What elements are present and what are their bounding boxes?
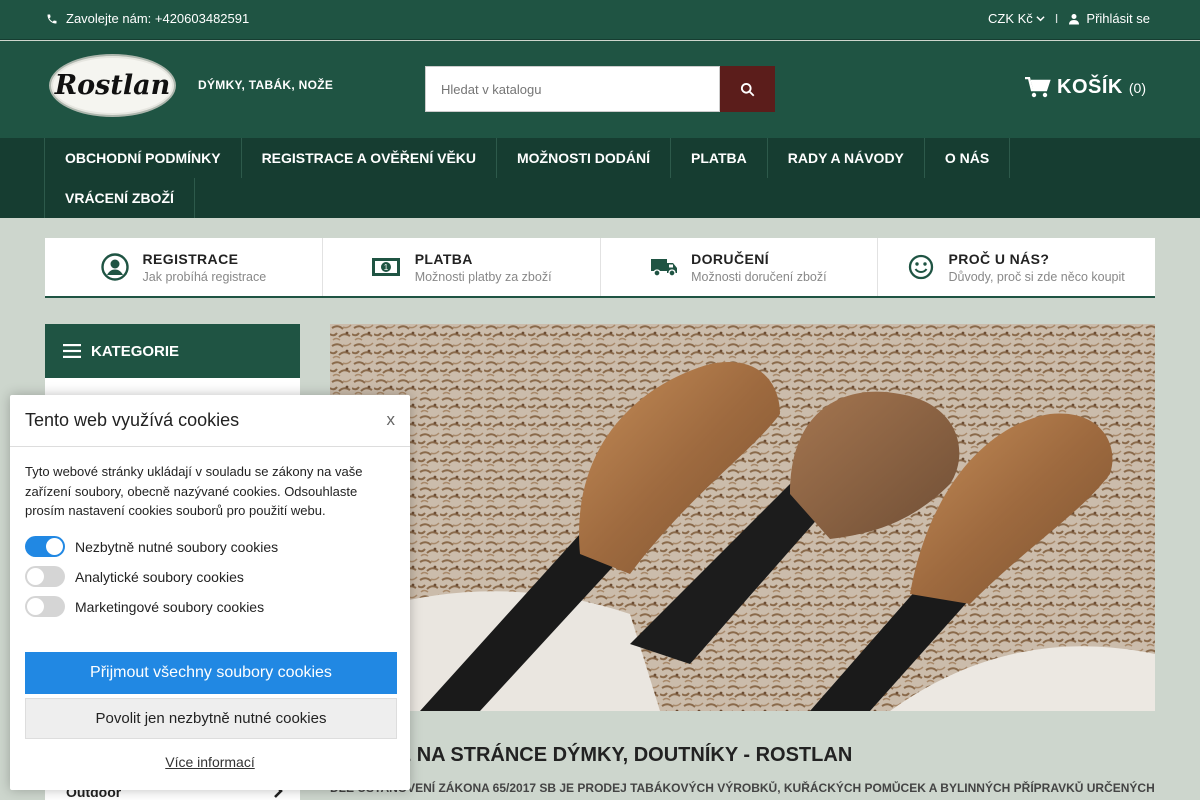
nav-item-returns[interactable]: VRÁCENÍ ZBOŽÍ — [44, 178, 195, 218]
phone-contact[interactable]: Zavolejte nám: +420603482591 — [46, 11, 249, 26]
cart-button[interactable]: KOŠÍK (0) — [1025, 76, 1146, 99]
nav-item-about[interactable]: O NÁS — [923, 138, 1011, 178]
toggle-switch[interactable] — [25, 566, 65, 587]
truck-icon — [651, 259, 678, 277]
feature-delivery[interactable]: DORUČENÍ Možnosti doručení zboží — [601, 238, 879, 296]
phone-text: Zavolejte nám: +420603482591 — [66, 11, 250, 26]
categories-header[interactable]: KATEGORIE — [45, 324, 300, 378]
law-notice: DLE USTANOVENÍ ZÁKONA 65/2017 SB JE PROD… — [330, 781, 1155, 795]
divider: I — [1054, 11, 1059, 26]
cookie-text: Tyto webové stránky ukládají v souladu s… — [25, 464, 363, 518]
feature-title: PROČ U NÁS? — [948, 250, 1050, 267]
feature-subtitle: Jak probíhá registrace — [142, 269, 267, 284]
svg-text:1: 1 — [383, 263, 388, 272]
hero-banner[interactable] — [330, 324, 1155, 711]
search-icon — [740, 82, 755, 96]
chevron-down-icon — [1036, 16, 1045, 22]
logo-text: Rostlan — [54, 70, 171, 101]
phone-icon — [47, 14, 57, 23]
feature-payment[interactable]: 1 PLATBA Možnosti platby za zboží — [323, 238, 601, 296]
pipes-photo — [330, 324, 1155, 711]
search-button[interactable] — [720, 66, 775, 112]
nav-row-1: OBCHODNÍ PODMÍNKY REGISTRACE A OVĚŘENÍ V… — [44, 138, 1011, 178]
cart-count: (0) — [1128, 80, 1146, 96]
feature-bar: REGISTRACE Jak probíhá registrace 1 PLATB… — [45, 238, 1155, 298]
toggle-analytics[interactable]: Analytické soubory cookies — [25, 566, 244, 587]
cart-label: KOŠÍK — [1057, 76, 1123, 98]
nav-item-guides[interactable]: RADY A NÁVODY — [766, 138, 925, 178]
toggle-switch[interactable] — [25, 536, 65, 557]
currency-select[interactable]: CZK Kč — [988, 11, 1045, 26]
nav-row-2: VRÁCENÍ ZBOŽÍ — [44, 178, 195, 218]
feature-title: PLATBA — [414, 250, 473, 267]
feature-subtitle: Důvody, proč si zde něco koupit — [948, 269, 1125, 284]
close-button[interactable]: x — [387, 410, 396, 430]
login-link[interactable]: Přihlásit se — [1068, 11, 1150, 26]
top-bar: Zavolejte nám: +420603482591 CZK Kč I Př… — [0, 0, 1200, 40]
nav-item-terms[interactable]: OBCHODNÍ PODMÍNKY — [44, 138, 242, 178]
menu-icon — [63, 344, 81, 358]
feature-why-us[interactable]: PROČ U NÁS? Důvody, proč si zde něco koup… — [878, 238, 1155, 296]
user-icon — [1069, 13, 1080, 24]
feature-registration[interactable]: REGISTRACE Jak probíhá registrace — [45, 238, 323, 296]
header: Rostlan DÝMKY, TABÁK, NOŽE KOŠÍK (0) — [0, 41, 1200, 138]
user-circle-icon — [100, 253, 129, 281]
feature-title: DORUČENÍ — [691, 250, 769, 267]
cookie-dialog: Tento web využívá cookies x Tyto webové … — [10, 395, 410, 790]
nav-item-delivery[interactable]: MOŽNOSTI DODÁNÍ — [496, 138, 671, 178]
cookie-title: Tento web využívá cookies — [10, 395, 410, 447]
feature-subtitle: Možnosti platby za zboží — [414, 269, 552, 284]
smile-icon — [909, 254, 934, 280]
money-icon: 1 — [371, 258, 400, 276]
toggle-label: Nezbytně nutné soubory cookies — [75, 538, 279, 555]
currency-label: CZK Kč — [988, 11, 1033, 26]
login-label: Přihlásit se — [1086, 11, 1150, 26]
nav-item-payment[interactable]: PLATBA — [670, 138, 768, 178]
feature-subtitle: Možnosti doručení zboží — [691, 269, 827, 284]
cart-icon — [1025, 76, 1051, 97]
feature-title: REGISTRACE — [142, 250, 239, 267]
search-bar — [425, 66, 775, 112]
toggle-switch[interactable] — [25, 596, 65, 617]
more-info-link[interactable]: Více informací — [10, 754, 410, 770]
accept-all-button[interactable]: Přijmout všechny soubory cookies — [25, 652, 397, 694]
nav-item-registration[interactable]: REGISTRACE A OVĚŘENÍ VĚKU — [240, 138, 497, 178]
toggle-necessary[interactable]: Nezbytně nutné soubory cookies — [25, 536, 278, 557]
toggle-marketing[interactable]: Marketingové soubory cookies — [25, 596, 264, 617]
main-nav: OBCHODNÍ PODMÍNKY REGISTRACE A OVĚŘENÍ V… — [0, 138, 1200, 218]
accept-necessary-button[interactable]: Povolit jen nezbytně nutné cookies — [25, 698, 397, 739]
tagline: DÝMKY, TABÁK, NOŽE — [198, 78, 334, 92]
categories-title: KATEGORIE — [91, 342, 180, 360]
logo[interactable]: Rostlan — [49, 54, 176, 117]
toggle-label: Analytické soubory cookies — [75, 568, 244, 585]
toggle-label: Marketingové soubory cookies — [75, 598, 265, 615]
search-input[interactable] — [425, 66, 720, 112]
